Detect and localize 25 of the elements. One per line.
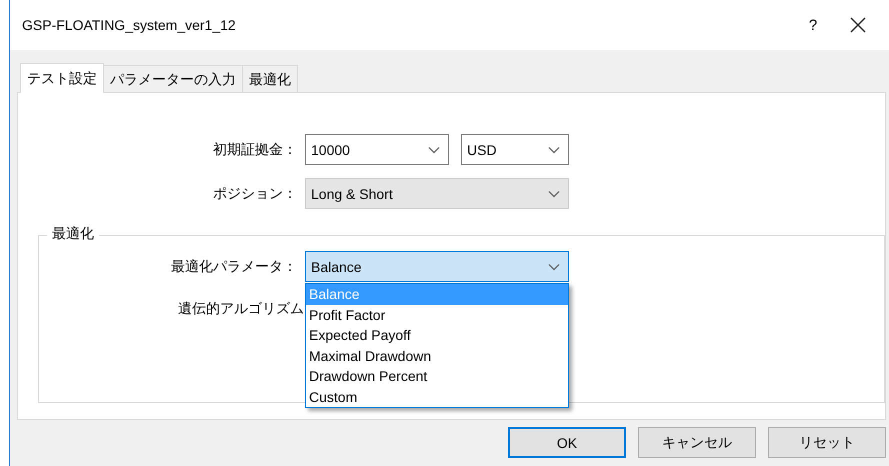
chevron-down-icon xyxy=(548,146,560,154)
chevron-down-icon xyxy=(548,262,560,270)
dropdown-field[interactable]: USD xyxy=(461,134,569,165)
chevron-down-icon xyxy=(548,190,560,198)
tab[interactable]: 最適化 xyxy=(242,65,298,92)
dropdown-option[interactable]: Drawdown Percent xyxy=(306,366,568,386)
close-icon[interactable] xyxy=(849,16,867,34)
dropdown-field[interactable]: Balance xyxy=(305,251,569,282)
dropdown-option[interactable]: Maximal Drawdown xyxy=(306,346,568,366)
dialog-button[interactable]: リセット xyxy=(768,427,886,458)
dropdown-field[interactable]: 10000 xyxy=(305,134,449,165)
dropdown-option[interactable]: Custom xyxy=(306,386,568,407)
dialog-button[interactable]: キャンセル xyxy=(638,427,756,458)
field-label: ポジション： xyxy=(212,184,298,202)
field-label: 初期証拠金： xyxy=(212,140,298,158)
help-button[interactable]: ? xyxy=(793,16,833,34)
dropdown-option[interactable]: Profit Factor xyxy=(306,304,568,325)
tab[interactable]: テスト設定 xyxy=(20,63,104,93)
field-label: 遺伝的アルゴリズム xyxy=(177,300,305,318)
group-title: 最適化 xyxy=(47,225,99,243)
field-label: 最適化パラメータ： xyxy=(170,258,298,276)
dialog-button[interactable]: OK xyxy=(508,427,626,458)
dropdown-option[interactable]: Expected Payoff xyxy=(306,325,568,346)
chevron-down-icon xyxy=(428,146,440,154)
window-title: GSP-FLOATING_system_ver1_12 xyxy=(22,17,237,33)
